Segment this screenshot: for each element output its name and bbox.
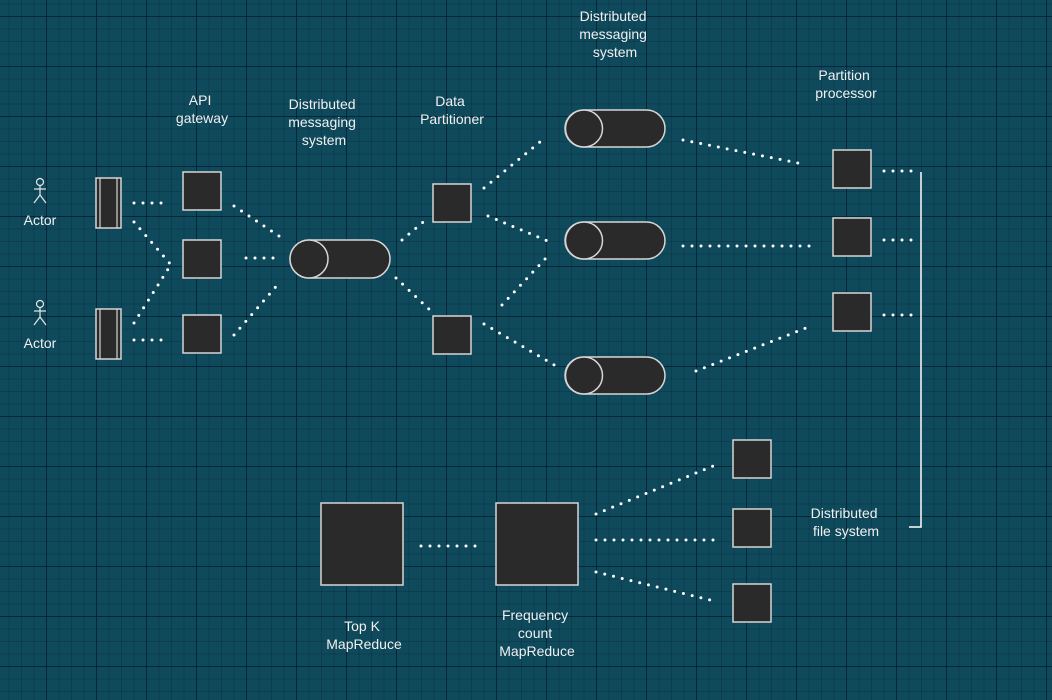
connector-lb1-gw2 [132, 220, 174, 268]
connector-fc-fs1 [594, 462, 720, 516]
file-system-bus-line [909, 172, 922, 528]
partition-processor-label: Partition processor [815, 67, 877, 101]
actor-1[interactable] [33, 177, 47, 204]
api-gateway-1[interactable] [182, 171, 222, 211]
frequency-count-mapreduce-label: Frequency count MapReduce [499, 607, 575, 659]
messaging-system-2-label: Distributed messaging system [579, 8, 651, 60]
connector-mq1-pp1 [681, 138, 805, 166]
file-system-node-2[interactable] [732, 508, 772, 548]
actor-1-label: Actor [24, 212, 57, 228]
connector-gw3-queue [232, 280, 282, 337]
partition-processor-2[interactable] [832, 217, 872, 257]
connector-gw1-queue [232, 204, 287, 242]
top-k-mapreduce[interactable] [320, 502, 404, 586]
partition-processor-3[interactable] [832, 292, 872, 332]
connector-dp2-mq3 [482, 322, 558, 368]
connector-lb2-gw2 [132, 264, 172, 325]
api-gateway-3[interactable] [182, 314, 222, 354]
connector-dp1-mq2 [486, 214, 552, 244]
top-k-mapreduce-label: Top K MapReduce [326, 618, 402, 652]
messaging-queue-1[interactable] [289, 239, 391, 279]
load-balancer-1[interactable] [95, 177, 122, 229]
file-system-label: Distributed file system [811, 505, 882, 539]
connector-dp2-mq2 [500, 256, 548, 307]
connector-dp1-mq1 [482, 140, 542, 190]
data-partitioner-2[interactable] [432, 315, 472, 355]
connector-queue-dp2 [394, 276, 434, 314]
frequency-count-mapreduce[interactable] [495, 502, 579, 586]
connector-queue-dp1 [400, 216, 430, 242]
messaging-queue-2b[interactable] [564, 221, 666, 260]
load-balancer-2[interactable] [95, 308, 122, 360]
connector-mq3-pp3 [694, 326, 808, 373]
partition-processor-1[interactable] [832, 149, 872, 189]
architecture-diagram: Actor Actor API gateway Distributed mess… [24, 8, 922, 659]
actor-head-icon [35, 299, 45, 309]
data-partitioner-1[interactable] [432, 183, 472, 223]
messaging-queue-2a[interactable] [564, 109, 666, 148]
api-gateway-label: API gateway [176, 92, 228, 126]
messaging-queue-2c[interactable] [564, 356, 666, 395]
file-system-node-1[interactable] [732, 439, 772, 479]
messaging-system-1-label: Distributed messaging system [288, 96, 360, 148]
data-partitioner-label: Data Partitioner [420, 93, 484, 127]
actor-head-icon [35, 177, 45, 187]
actor-2-label: Actor [24, 335, 57, 351]
api-gateway-2[interactable] [182, 239, 222, 279]
connector-fc-fs3 [594, 570, 716, 603]
actor-2[interactable] [33, 299, 47, 326]
file-system-node-3[interactable] [732, 583, 772, 623]
